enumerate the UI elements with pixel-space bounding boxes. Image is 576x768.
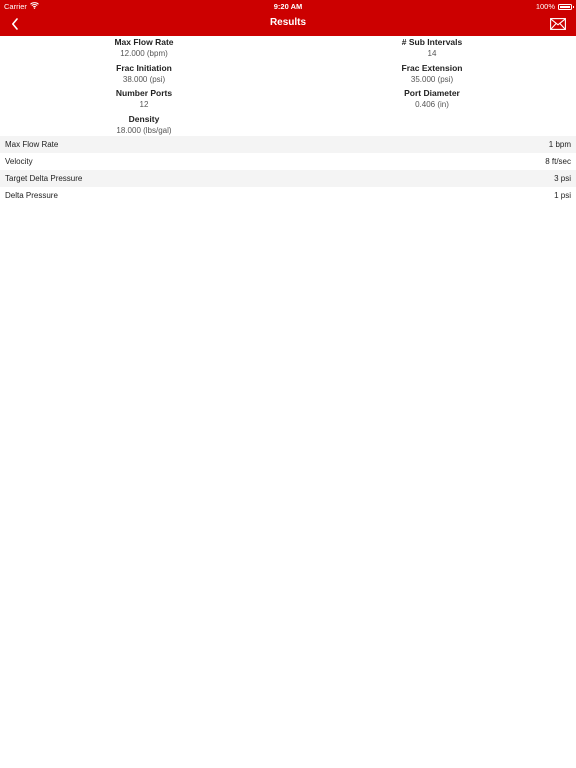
param-max-flow-rate: Max Flow Rate 12.000 (bpm): [0, 36, 288, 62]
result-row: Velocity 8 ft/sec: [0, 153, 576, 170]
status-bar: Carrier 9:20 AM 100%: [0, 0, 576, 12]
result-label: Target Delta Pressure: [5, 174, 83, 183]
mail-icon: [550, 18, 566, 30]
param-label: Frac Initiation: [116, 62, 172, 73]
mail-button[interactable]: [550, 17, 566, 31]
param-value: 38.000 (psi): [122, 74, 166, 84]
param-label: Density: [128, 113, 160, 124]
status-right: 100%: [535, 2, 574, 11]
param-frac-extension: Frac Extension 35.000 (psi): [288, 62, 576, 88]
param-value: 12.000 (bpm): [120, 49, 168, 58]
param-density: Density 18.000 (lbs/gal): [0, 113, 288, 139]
page-title: Results: [269, 17, 307, 28]
battery-icon: [558, 3, 574, 10]
param-label: Port Diameter: [404, 88, 460, 98]
param-label: # Sub Intervals: [401, 37, 463, 47]
result-label: Delta Pressure: [5, 191, 58, 200]
result-value: 3 psi: [554, 174, 571, 183]
navigation-bar: Results: [0, 12, 576, 36]
result-row: Max Flow Rate 1 bpm: [0, 136, 576, 153]
result-row: Delta Pressure 1 psi: [0, 187, 576, 204]
result-value: 8 ft/sec: [545, 157, 571, 166]
result-value: 1 bpm: [548, 140, 571, 149]
param-sub-intervals: # Sub Intervals 14: [288, 36, 576, 62]
param-frac-initiation: Frac Initiation 38.000 (psi): [0, 62, 288, 88]
result-label: Max Flow Rate: [5, 140, 59, 149]
input-column-right: # Sub Intervals 14 Frac Extension 35.000…: [288, 36, 576, 113]
param-value: 35.000 (psi): [410, 74, 454, 84]
results-list: Max Flow Rate 1 bpm Velocity 8 ft/sec Ta…: [0, 136, 576, 204]
param-number-ports: Number Ports 12: [0, 87, 288, 113]
param-label: Max Flow Rate: [114, 37, 174, 47]
param-value: 14: [427, 49, 437, 58]
param-label: Number Ports: [115, 88, 173, 98]
param-value: 18.000 (lbs/gal): [116, 125, 172, 135]
battery-percent: 100%: [535, 2, 555, 11]
result-row: Target Delta Pressure 3 psi: [0, 170, 576, 187]
param-value: 12: [139, 100, 149, 109]
result-label: Velocity: [5, 157, 33, 166]
status-time: 9:20 AM: [273, 2, 303, 11]
param-port-diameter: Port Diameter 0.406 (in): [288, 87, 576, 113]
param-label: Frac Extension: [401, 62, 463, 73]
input-column-left: Max Flow Rate 12.000 (bpm) Frac Initiati…: [0, 36, 288, 138]
header-bar: Carrier 9:20 AM 100% Results: [0, 0, 576, 36]
param-value: 0.406 (in): [415, 100, 449, 109]
result-value: 1 psi: [554, 191, 571, 200]
